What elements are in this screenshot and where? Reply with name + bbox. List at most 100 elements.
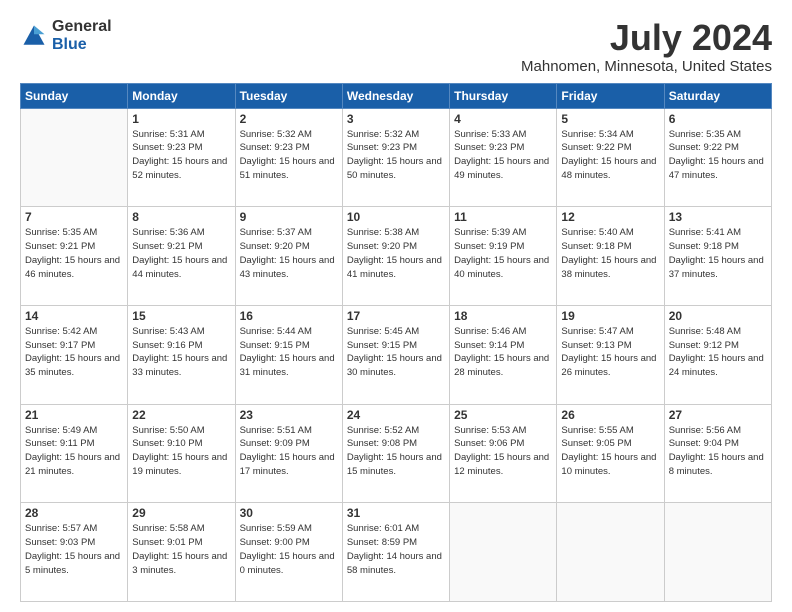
cell-day-number: 1 xyxy=(132,112,230,126)
logo-text: General Blue xyxy=(52,18,112,53)
table-row: 5 Sunrise: 5:34 AM Sunset: 9:22 PM Daylig… xyxy=(557,108,664,207)
cell-info: Sunrise: 5:36 AM Sunset: 9:21 PM Dayligh… xyxy=(132,226,230,281)
cell-info: Sunrise: 5:46 AM Sunset: 9:14 PM Dayligh… xyxy=(454,325,552,380)
cell-day-number: 27 xyxy=(669,408,767,422)
table-row: 31 Sunrise: 6:01 AM Sunset: 8:59 PM Dayli… xyxy=(342,503,449,602)
cell-day-number: 29 xyxy=(132,506,230,520)
cell-day-number: 12 xyxy=(561,210,659,224)
logo-icon xyxy=(20,22,48,50)
col-monday: Monday xyxy=(128,83,235,108)
cell-day-number: 9 xyxy=(240,210,338,224)
table-row: 12 Sunrise: 5:40 AM Sunset: 9:18 PM Dayli… xyxy=(557,207,664,306)
cell-info: Sunrise: 5:47 AM Sunset: 9:13 PM Dayligh… xyxy=(561,325,659,380)
cell-info: Sunrise: 5:37 AM Sunset: 9:20 PM Dayligh… xyxy=(240,226,338,281)
cell-info: Sunrise: 5:51 AM Sunset: 9:09 PM Dayligh… xyxy=(240,424,338,479)
cell-info: Sunrise: 5:33 AM Sunset: 9:23 PM Dayligh… xyxy=(454,128,552,183)
table-row: 24Sunrise: 5:52 AM Sunset: 9:08 PM Dayli… xyxy=(342,404,449,503)
cell-day-number: 28 xyxy=(25,506,123,520)
cell-info: Sunrise: 5:38 AM Sunset: 9:20 PM Dayligh… xyxy=(347,226,445,281)
cell-day-number: 22 xyxy=(132,408,230,422)
logo-blue-text: Blue xyxy=(52,36,112,54)
cell-info: Sunrise: 5:52 AM Sunset: 9:08 PM Dayligh… xyxy=(347,424,445,479)
main-title: July 2024 xyxy=(521,18,772,58)
cell-day-number: 23 xyxy=(240,408,338,422)
cell-info: Sunrise: 5:50 AM Sunset: 9:10 PM Dayligh… xyxy=(132,424,230,479)
cell-info: Sunrise: 5:56 AM Sunset: 9:04 PM Dayligh… xyxy=(669,424,767,479)
calendar-header-row: Sunday Monday Tuesday Wednesday Thursday… xyxy=(21,83,772,108)
cell-day-number: 26 xyxy=(561,408,659,422)
calendar-body: 1 Sunrise: 5:31 AM Sunset: 9:23 PM Daylig… xyxy=(21,108,772,601)
cell-day-number: 4 xyxy=(454,112,552,126)
cell-info: Sunrise: 5:31 AM Sunset: 9:23 PM Dayligh… xyxy=(132,128,230,183)
table-row: 16Sunrise: 5:44 AM Sunset: 9:15 PM Dayli… xyxy=(235,305,342,404)
table-row: 8 Sunrise: 5:36 AM Sunset: 9:21 PM Daylig… xyxy=(128,207,235,306)
cell-info: Sunrise: 5:35 AM Sunset: 9:21 PM Dayligh… xyxy=(25,226,123,281)
table-row: 15 Sunrise: 5:43 AM Sunset: 9:16 PM Dayli… xyxy=(128,305,235,404)
table-row: 10 Sunrise: 5:38 AM Sunset: 9:20 PM Dayli… xyxy=(342,207,449,306)
cell-info: Sunrise: 5:57 AM Sunset: 9:03 PM Dayligh… xyxy=(25,522,123,577)
table-row: 22 Sunrise: 5:50 AM Sunset: 9:10 PM Dayli… xyxy=(128,404,235,503)
cell-day-number: 18 xyxy=(454,309,552,323)
cell-info: Sunrise: 5:32 AM Sunset: 9:23 PM Dayligh… xyxy=(347,128,445,183)
table-row xyxy=(664,503,771,602)
cell-day-number: 17 xyxy=(347,309,445,323)
cell-info: Sunrise: 5:48 AM Sunset: 9:12 PM Dayligh… xyxy=(669,325,767,380)
cell-info: Sunrise: 6:01 AM Sunset: 8:59 PM Dayligh… xyxy=(347,522,445,577)
subtitle: Mahnomen, Minnesota, United States xyxy=(521,58,772,75)
table-row: 14Sunrise: 5:42 AM Sunset: 9:17 PM Dayli… xyxy=(21,305,128,404)
table-row: 7 Sunrise: 5:35 AM Sunset: 9:21 PM Daylig… xyxy=(21,207,128,306)
cell-info: Sunrise: 5:59 AM Sunset: 9:00 PM Dayligh… xyxy=(240,522,338,577)
calendar-table: Sunday Monday Tuesday Wednesday Thursday… xyxy=(20,83,772,602)
cell-day-number: 16 xyxy=(240,309,338,323)
cell-info: Sunrise: 5:40 AM Sunset: 9:18 PM Dayligh… xyxy=(561,226,659,281)
table-row: 9 Sunrise: 5:37 AM Sunset: 9:20 PM Daylig… xyxy=(235,207,342,306)
cell-day-number: 8 xyxy=(132,210,230,224)
cell-day-number: 30 xyxy=(240,506,338,520)
table-row: 26Sunrise: 5:55 AM Sunset: 9:05 PM Dayli… xyxy=(557,404,664,503)
table-row: 1 Sunrise: 5:31 AM Sunset: 9:23 PM Daylig… xyxy=(128,108,235,207)
calendar-week-5: 28 Sunrise: 5:57 AM Sunset: 9:03 PM Dayli… xyxy=(21,503,772,602)
table-row: 13 Sunrise: 5:41 AM Sunset: 9:18 PM Dayli… xyxy=(664,207,771,306)
cell-info: Sunrise: 5:53 AM Sunset: 9:06 PM Dayligh… xyxy=(454,424,552,479)
col-friday: Friday xyxy=(557,83,664,108)
col-thursday: Thursday xyxy=(450,83,557,108)
table-row: 18 Sunrise: 5:46 AM Sunset: 9:14 PM Dayli… xyxy=(450,305,557,404)
table-row xyxy=(21,108,128,207)
table-row: 4 Sunrise: 5:33 AM Sunset: 9:23 PM Daylig… xyxy=(450,108,557,207)
calendar-week-4: 21Sunrise: 5:49 AM Sunset: 9:11 PM Dayli… xyxy=(21,404,772,503)
cell-day-number: 5 xyxy=(561,112,659,126)
cell-info: Sunrise: 5:58 AM Sunset: 9:01 PM Dayligh… xyxy=(132,522,230,577)
table-row: 25Sunrise: 5:53 AM Sunset: 9:06 PM Dayli… xyxy=(450,404,557,503)
header: General Blue July 2024 Mahnomen, Minneso… xyxy=(20,18,772,75)
cell-info: Sunrise: 5:41 AM Sunset: 9:18 PM Dayligh… xyxy=(669,226,767,281)
table-row: 20Sunrise: 5:48 AM Sunset: 9:12 PM Dayli… xyxy=(664,305,771,404)
cell-day-number: 7 xyxy=(25,210,123,224)
cell-day-number: 11 xyxy=(454,210,552,224)
cell-info: Sunrise: 5:35 AM Sunset: 9:22 PM Dayligh… xyxy=(669,128,767,183)
cell-info: Sunrise: 5:32 AM Sunset: 9:23 PM Dayligh… xyxy=(240,128,338,183)
cell-day-number: 15 xyxy=(132,309,230,323)
table-row: 29 Sunrise: 5:58 AM Sunset: 9:01 PM Dayli… xyxy=(128,503,235,602)
cell-info: Sunrise: 5:49 AM Sunset: 9:11 PM Dayligh… xyxy=(25,424,123,479)
cell-info: Sunrise: 5:39 AM Sunset: 9:19 PM Dayligh… xyxy=(454,226,552,281)
col-wednesday: Wednesday xyxy=(342,83,449,108)
table-row: 30 Sunrise: 5:59 AM Sunset: 9:00 PM Dayli… xyxy=(235,503,342,602)
cell-day-number: 10 xyxy=(347,210,445,224)
cell-info: Sunrise: 5:43 AM Sunset: 9:16 PM Dayligh… xyxy=(132,325,230,380)
cell-day-number: 13 xyxy=(669,210,767,224)
table-row xyxy=(557,503,664,602)
cell-day-number: 31 xyxy=(347,506,445,520)
cell-day-number: 6 xyxy=(669,112,767,126)
table-row: 23 Sunrise: 5:51 AM Sunset: 9:09 PM Dayli… xyxy=(235,404,342,503)
calendar-week-3: 14Sunrise: 5:42 AM Sunset: 9:17 PM Dayli… xyxy=(21,305,772,404)
cell-day-number: 3 xyxy=(347,112,445,126)
table-row: 17Sunrise: 5:45 AM Sunset: 9:15 PM Dayli… xyxy=(342,305,449,404)
logo: General Blue xyxy=(20,18,112,53)
cell-day-number: 14 xyxy=(25,309,123,323)
cell-info: Sunrise: 5:34 AM Sunset: 9:22 PM Dayligh… xyxy=(561,128,659,183)
calendar-week-2: 7 Sunrise: 5:35 AM Sunset: 9:21 PM Daylig… xyxy=(21,207,772,306)
calendar-week-1: 1 Sunrise: 5:31 AM Sunset: 9:23 PM Daylig… xyxy=(21,108,772,207)
logo-general-text: General xyxy=(52,18,112,36)
col-sunday: Sunday xyxy=(21,83,128,108)
table-row: 28 Sunrise: 5:57 AM Sunset: 9:03 PM Dayli… xyxy=(21,503,128,602)
